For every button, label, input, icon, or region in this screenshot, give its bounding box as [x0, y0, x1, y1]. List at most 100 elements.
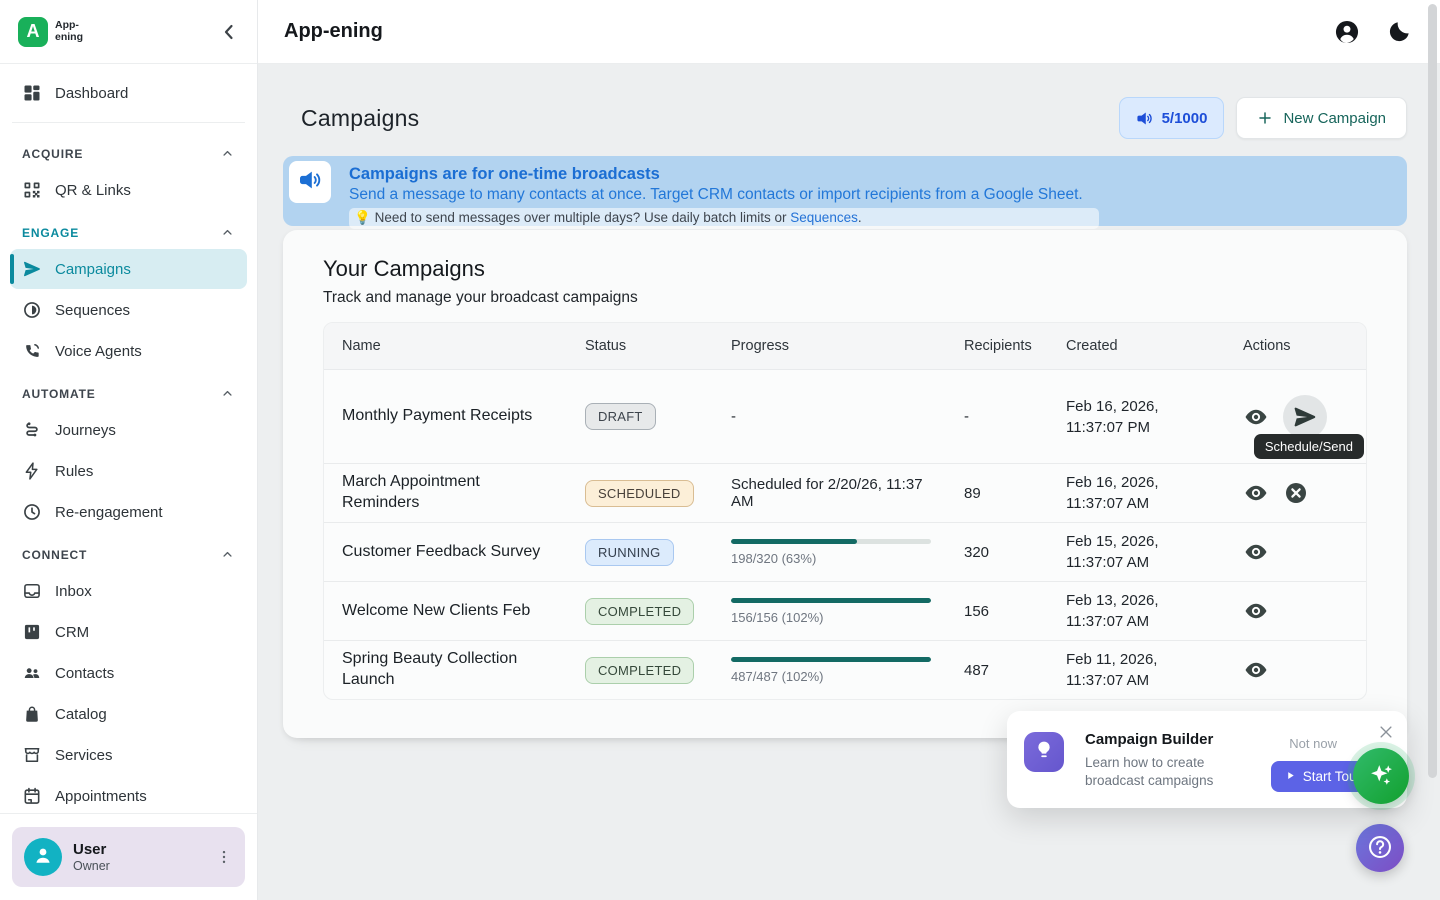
sidebar-item-dashboard[interactable]: Dashboard [10, 73, 247, 113]
recipients-count: 156 [946, 595, 1048, 628]
user-card[interactable]: User Owner [12, 827, 245, 887]
sidebar-item-catalog[interactable]: Catalog [10, 694, 247, 734]
lightbulb-icon [1024, 732, 1064, 772]
section-header-acquire[interactable]: ACQUIRE [10, 132, 247, 169]
col-header-status: Status [567, 323, 713, 369]
table-row-customer-feedback-survey: Customer Feedback SurveyRUNNING198/320 (… [324, 523, 1366, 582]
account-icon[interactable] [1334, 19, 1360, 45]
sidebar-header: A App- ening [0, 0, 257, 64]
store-icon [22, 745, 42, 765]
topbar: App-ening [258, 0, 1440, 64]
lightbulb-emoji: 💡 [354, 210, 371, 225]
dashboard-icon [22, 83, 42, 103]
chevron-up-icon[interactable] [220, 146, 235, 161]
created-date: Feb 11, 2026, 11:37:07 AM [1048, 641, 1225, 699]
person-icon [31, 843, 55, 872]
table-body: Monthly Payment ReceiptsDRAFT--Feb 16, 2… [324, 370, 1366, 699]
progress-bar [731, 598, 931, 603]
sidebar: A App- ening Dashboard ACQUIREQR & LinksE… [0, 0, 258, 900]
campaigns-card: Your Campaigns Track and manage your bro… [283, 230, 1407, 738]
sidebar-item-appointments[interactable]: Appointments [10, 776, 247, 813]
sidebar-item-voice-agents[interactable]: Voice Agents [10, 331, 247, 371]
people-icon [22, 663, 42, 683]
sidebar-item-inbox[interactable]: Inbox [10, 571, 247, 611]
recipients-count: 320 [946, 536, 1048, 569]
app-logo-text: App- ening [55, 20, 83, 42]
actions-cell [1225, 523, 1366, 581]
new-campaign-button[interactable]: New Campaign [1236, 97, 1407, 139]
help-fab[interactable] [1356, 824, 1404, 872]
assistant-sparkles-fab[interactable] [1353, 748, 1409, 804]
recipients-count: 487 [946, 654, 1048, 687]
section-header-engage[interactable]: ENGAGE [10, 211, 247, 248]
sidebar-item-journeys[interactable]: Journeys [10, 410, 247, 450]
table-row-march-appointment-reminders: March Appointment RemindersSCHEDULEDSche… [324, 464, 1366, 523]
campaign-builder-popup: Campaign Builder Learn how to create bro… [1007, 711, 1407, 808]
sidebar-item-sequences[interactable]: Sequences [10, 290, 247, 330]
chevron-up-icon[interactable] [220, 386, 235, 401]
cancel-x-icon[interactable] [1283, 480, 1309, 506]
page-scrollbar[interactable] [1428, 4, 1437, 778]
sidebar-item-contacts[interactable]: Contacts [10, 653, 247, 693]
col-header-created: Created [1048, 323, 1225, 369]
col-header-actions: Actions [1225, 323, 1366, 369]
dark-mode-moon-icon[interactable] [1386, 19, 1412, 45]
megaphone-icon [1136, 110, 1153, 127]
campaign-quota-badge[interactable]: 5/1000 [1119, 97, 1225, 139]
sidebar-item-services[interactable]: Services [10, 735, 247, 775]
clock-icon [22, 502, 42, 522]
campaign-name: March Appointment Reminders [324, 464, 567, 522]
view-eye-icon[interactable] [1243, 480, 1269, 506]
send-icon [22, 259, 42, 279]
campaign-name: Monthly Payment Receipts [324, 398, 567, 435]
popup-close-icon[interactable] [1377, 723, 1395, 741]
sidebar-item-rules[interactable]: Rules [10, 451, 247, 491]
popup-title: Campaign Builder [1085, 731, 1213, 748]
sidebar-item-crm[interactable]: CRM [10, 612, 247, 652]
schedule-send-icon[interactable] [1283, 395, 1327, 439]
sparkles-icon [1367, 761, 1395, 792]
view-eye-icon[interactable] [1243, 539, 1269, 565]
created-date: Feb 16, 2026, 11:37:07 AM [1048, 464, 1225, 522]
sidebar-item-qr-links[interactable]: QR & Links [10, 170, 247, 210]
qr-icon [22, 180, 42, 200]
chevron-up-icon[interactable] [220, 225, 235, 240]
created-date: Feb 16, 2026, 11:37:07 PM [1048, 388, 1225, 446]
campaign-name: Customer Feedback Survey [324, 534, 567, 571]
view-eye-icon[interactable] [1243, 598, 1269, 624]
progress-label: 156/156 (102%) [731, 610, 931, 625]
sidebar-item-campaigns[interactable]: Campaigns [10, 249, 247, 289]
banner-tip: 💡 Need to send messages over multiple da… [349, 208, 1099, 229]
journey-icon [22, 420, 42, 440]
user-menu-dots-icon[interactable] [215, 848, 233, 866]
inbox-icon [22, 581, 42, 601]
popup-body: Learn how to create broadcast campaigns [1085, 754, 1245, 790]
actions-cell [1225, 464, 1366, 522]
section-header-automate[interactable]: AUTOMATE [10, 372, 247, 409]
banner-megaphone-icon [289, 161, 331, 203]
progress-cell: Scheduled for 2/20/26, 11:37 AM [713, 468, 946, 518]
app-logo: A [18, 17, 48, 47]
recipients-count: - [946, 400, 1048, 433]
view-eye-icon[interactable] [1243, 404, 1269, 430]
campaigns-card-title: Your Campaigns [323, 256, 1367, 282]
table-row-welcome-new-clients-feb: Welcome New Clients FebCOMPLETED156/156 … [324, 582, 1366, 641]
bulb-icon [1033, 739, 1055, 766]
chevron-up-icon[interactable] [220, 547, 235, 562]
half-circle-icon [22, 300, 42, 320]
recipients-count: 89 [946, 477, 1048, 510]
bag-icon [22, 704, 42, 724]
table-row-spring-beauty-collection-launch: Spring Beauty Collection LaunchCOMPLETED… [324, 641, 1366, 699]
progress-label: 487/487 (102%) [731, 669, 931, 684]
sequences-link[interactable]: Sequences [790, 210, 858, 225]
nav-divider [12, 122, 245, 123]
view-eye-icon[interactable] [1243, 657, 1269, 683]
sidebar-nav: Dashboard ACQUIREQR & LinksENGAGECampaign… [0, 64, 257, 813]
sidebar-collapse-button[interactable] [217, 20, 241, 44]
not-now-button[interactable]: Not now [1289, 736, 1337, 751]
sidebar-item-re-engagement[interactable]: Re-engagement [10, 492, 247, 532]
section-header-connect[interactable]: CONNECT [10, 533, 247, 570]
table-row-monthly-payment-receipts: Monthly Payment ReceiptsDRAFT--Feb 16, 2… [324, 370, 1366, 464]
status-badge: COMPLETED [585, 598, 694, 625]
actions-cell [1225, 641, 1366, 699]
